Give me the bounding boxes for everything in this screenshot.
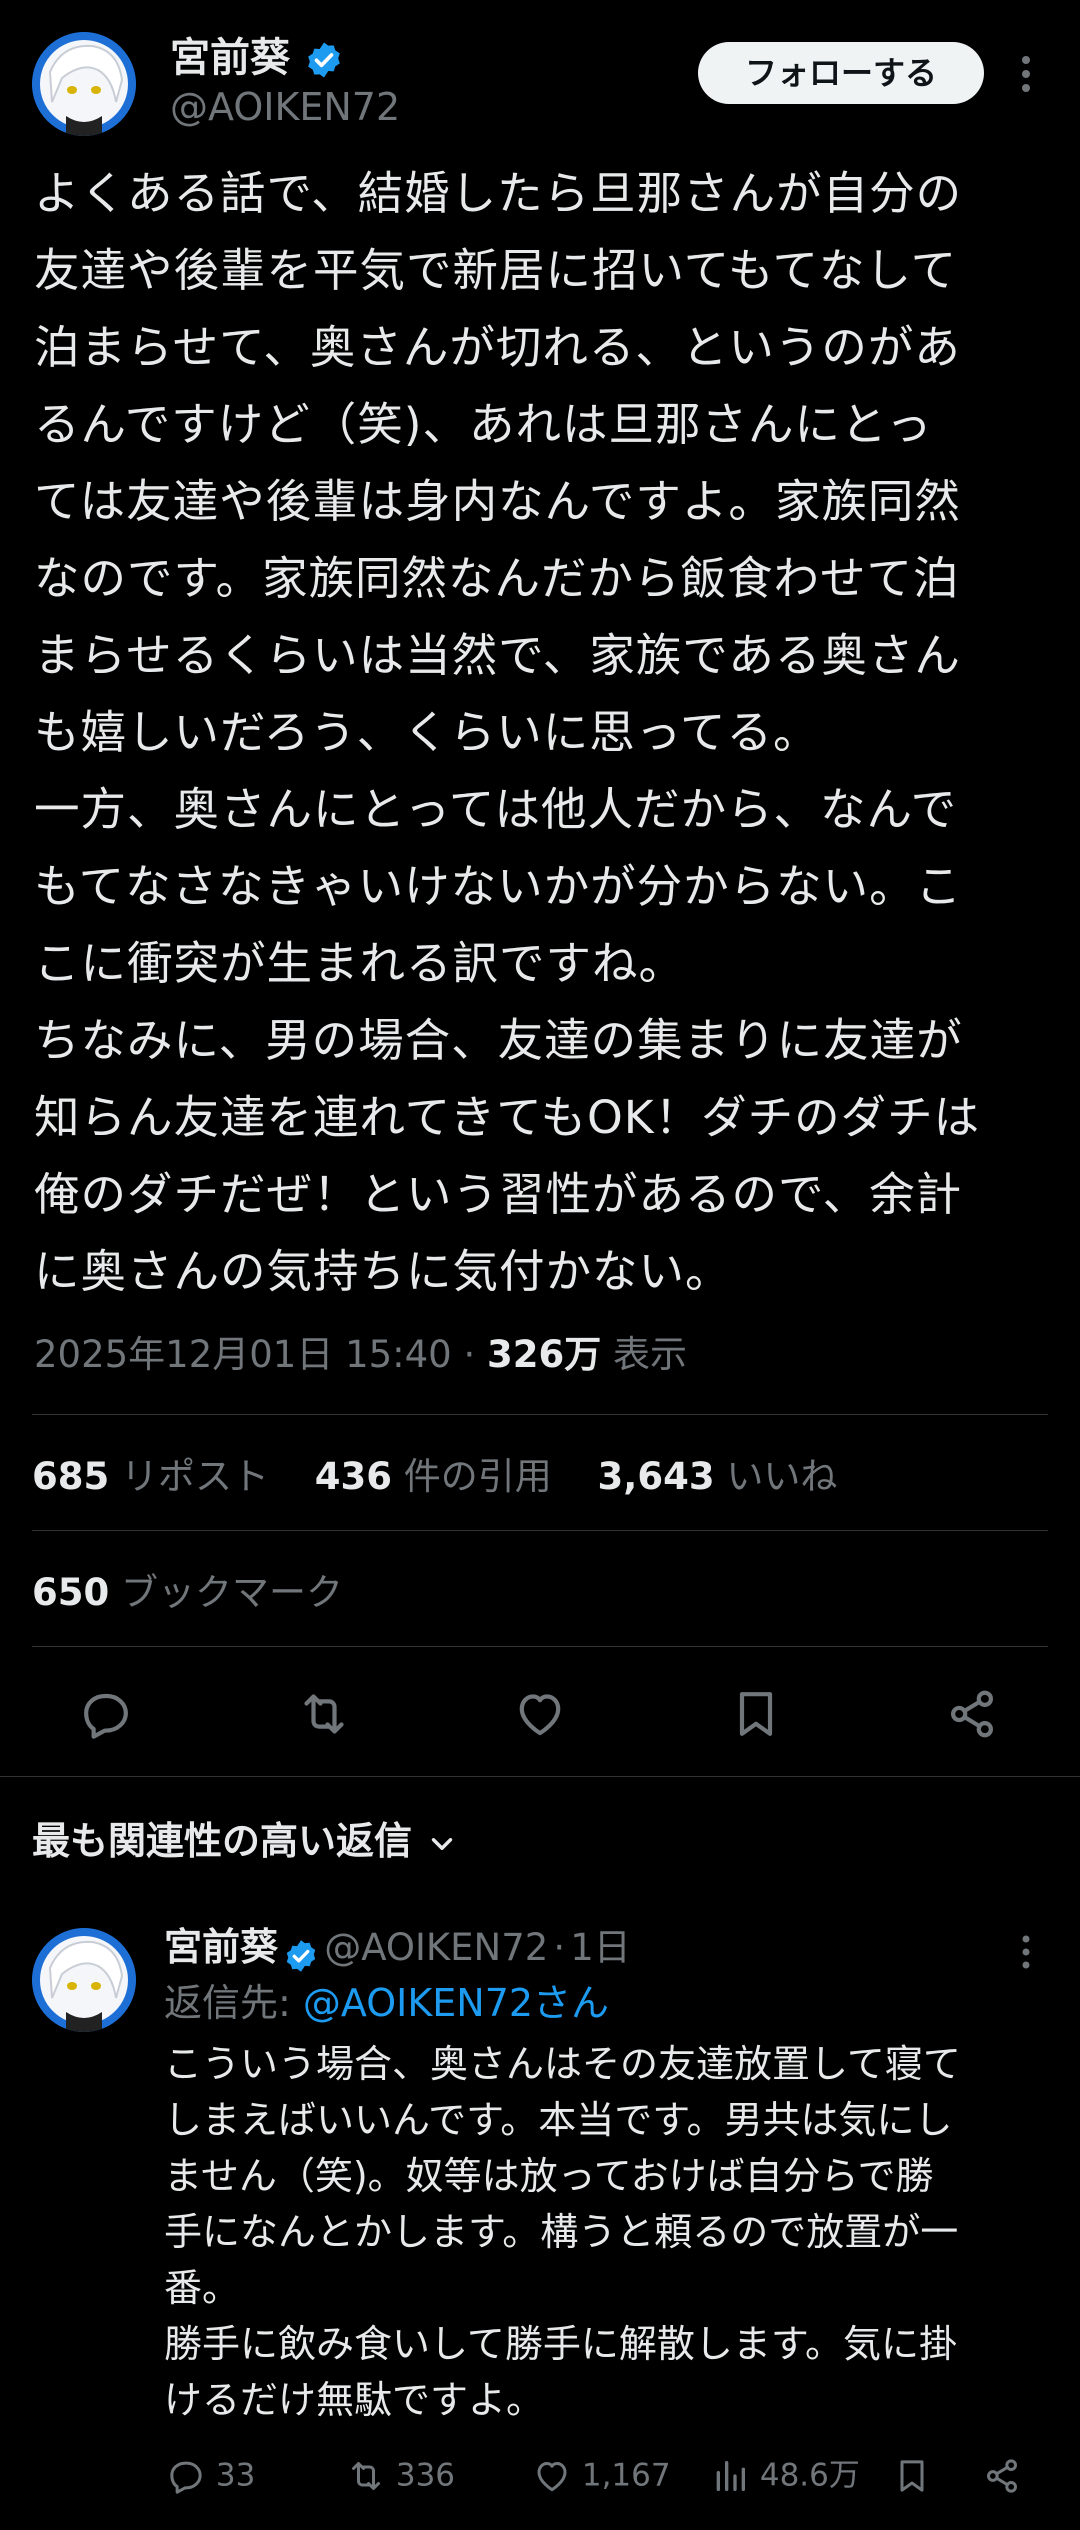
more-options-icon[interactable] xyxy=(1010,1932,1042,1972)
reply-text-line: けるだけ無駄ですよ。 xyxy=(164,2378,545,2422)
bookmarks-label: ブックマーク xyxy=(121,1571,343,1614)
reply-to-label: 返信先: xyxy=(164,1981,303,2025)
replies-sort-label: 最も関連性の高い返信 xyxy=(32,1819,413,1863)
meta-separator: · xyxy=(553,1926,566,1969)
reply-author-handle[interactable]: @AOIKEN72 xyxy=(324,1926,548,1969)
reply-text-line: 番。 xyxy=(164,2266,241,2310)
reply-reposts-count: 336 xyxy=(395,2457,456,2494)
avatar-illustration xyxy=(32,1928,136,2032)
quotes-label: 件の引用 xyxy=(403,1455,552,1498)
views-chart-icon xyxy=(716,2460,745,2491)
reply-likes-count: 1,167 xyxy=(581,2457,671,2494)
reply-replies-button[interactable]: 33 xyxy=(166,2452,255,2498)
like-icon[interactable] xyxy=(512,1686,568,1742)
tweet-text-line: 一方、奥さんにとっては他人だから、なんで xyxy=(34,783,958,836)
reply-text-line: ません（笑)。奴等は放っておけば自分らで勝 xyxy=(164,2154,934,2198)
reply-replies-count: 33 xyxy=(215,2457,256,2494)
views-count: 326万 xyxy=(487,1333,602,1376)
reply-repost-button[interactable]: 336 xyxy=(346,2452,455,2498)
tweet-text-line: ては友達や後輩は身内なんですよ。家族同然 xyxy=(34,475,961,528)
bookmarks-count: 650 xyxy=(32,1571,110,1614)
bookmark-icon[interactable] xyxy=(728,1686,784,1742)
repost-icon[interactable] xyxy=(296,1686,352,1742)
divider xyxy=(32,1414,1048,1415)
reply-share-button[interactable] xyxy=(982,2452,1022,2496)
reply-header: 宮前葵 @AOIKEN72 · 1日 xyxy=(164,1924,631,1974)
tweet-text-line: よくある話で、結婚したら旦那さんが自分の xyxy=(34,167,963,220)
reply-views-button[interactable]: 48.6万 xyxy=(710,2452,860,2498)
reply-text-line: こういう場合、奥さんはその友達放置して寝て xyxy=(164,2042,961,2086)
quotes-stat[interactable]: 436 件の引用 xyxy=(315,1452,552,1502)
bookmarks-stat[interactable]: 650 ブックマーク xyxy=(32,1568,343,1618)
divider xyxy=(0,1776,1080,1777)
divider xyxy=(32,1530,1048,1531)
verified-badge-icon xyxy=(308,42,340,78)
chevron-down-icon xyxy=(432,1837,453,1850)
reply-time[interactable]: 1日 xyxy=(570,1926,631,1969)
tweet-text-line: も嬉しいだろう、くらいに思ってる。 xyxy=(34,706,820,759)
tweet-text-line: まらせるくらいは当然で、家族である奥さん xyxy=(34,629,961,682)
repost-icon xyxy=(352,2461,380,2490)
views-label: 表示 xyxy=(613,1333,688,1376)
reply-bookmark-button[interactable] xyxy=(892,2452,932,2496)
tweet-text-line: なのです。家族同然なんだから飯食わせて泊 xyxy=(34,552,960,605)
tweet-timestamp[interactable]: 2025年12月01日 15:40 xyxy=(34,1333,452,1376)
reply-to-line: 返信先: @AOIKEN72さん xyxy=(164,1978,609,2028)
more-options-icon[interactable] xyxy=(1010,52,1042,96)
tweet-text-line: るんですけど（笑)、あれは旦那さんにとっ xyxy=(34,398,933,451)
like-icon xyxy=(537,2461,567,2491)
tweet-text-line: ちなみに、男の場合、友達の集まりに友達が xyxy=(34,1014,963,1067)
reply-author-name[interactable]: 宮前葵 xyxy=(164,1925,278,1969)
divider xyxy=(32,1646,1048,1647)
verified-badge-icon xyxy=(286,1939,316,1972)
engagement-stats: 685 リポスト 436 件の引用 3,643 いいね xyxy=(32,1452,871,1502)
follow-button[interactable]: フォローする xyxy=(698,42,984,104)
reply-to-mention[interactable]: @AOIKEN72さん xyxy=(303,1981,609,2025)
reply-text-line: しまえばいいんです。本当です。男共は気にし xyxy=(164,2098,953,2142)
reply-icon xyxy=(170,2461,202,2494)
reposts-label: リポスト xyxy=(121,1455,269,1498)
reply-like-button[interactable]: 1,167 xyxy=(532,2452,671,2498)
share-icon[interactable] xyxy=(944,1686,1000,1742)
likes-count: 3,643 xyxy=(597,1455,715,1498)
tweet-text-line: 友達や後輩を平気で新居に招いてもてなして xyxy=(34,244,958,297)
meta-separator: · xyxy=(463,1333,476,1376)
reply-text-line: 手になんとかします。構うと頼るので放置が一 xyxy=(164,2210,959,2254)
tweet-text-line: こに衝突が生まれる訳ですね。 xyxy=(34,937,686,990)
reply-author-avatar[interactable] xyxy=(32,1928,136,2032)
tweet-text-line: もてなさなきゃいけないかが分からない。こ xyxy=(34,860,963,913)
reposts-count: 685 xyxy=(32,1455,110,1498)
replies-sort-dropdown[interactable]: 最も関連性の高い返信 xyxy=(32,1816,459,1866)
tweet-text-line: 知らん友達を連れてきてもOK！ダチのダチは xyxy=(34,1091,981,1144)
tweet-text-line: 泊まらせて、奥さんが切れる、というのがあ xyxy=(34,321,961,374)
reply-views-count: 48.6万 xyxy=(759,2457,860,2494)
tweet-meta: 2025年12月01日 15:40 · 326万 表示 xyxy=(34,1330,687,1380)
likes-stat[interactable]: 3,643 いいね xyxy=(598,1452,838,1502)
tweet-text-line: 俺のダチだぜ！という習性があるので、余計 xyxy=(34,1168,963,1221)
reply-text: こういう場合、奥さんはその友達放置して寝て しまえばいいんです。本当です。男共は… xyxy=(164,2036,961,2428)
author-name[interactable]: 宮前葵 xyxy=(170,35,290,81)
reposts-stat[interactable]: 685 リポスト xyxy=(32,1452,269,1502)
reply-icon[interactable] xyxy=(78,1686,134,1742)
avatar-illustration xyxy=(32,32,136,136)
bookmark-icon xyxy=(900,2459,924,2492)
tweet-text-line: に奥さんの気持ちに気付かない。 xyxy=(34,1245,732,1298)
author-name-row[interactable]: 宮前葵 xyxy=(170,34,344,82)
share-icon xyxy=(987,2458,1017,2493)
author-avatar[interactable] xyxy=(32,32,136,136)
tweet-text: よくある話で、結婚したら旦那さんが自分の 友達や後輩を平気で新居に招いてもてなし… xyxy=(34,155,980,1310)
likes-label: いいね xyxy=(726,1455,838,1498)
quotes-count: 436 xyxy=(314,1455,392,1498)
author-handle[interactable]: @AOIKEN72 xyxy=(170,84,400,130)
reply-text-line: 勝手に飲み食いして勝手に解散します。気に掛 xyxy=(164,2322,958,2366)
